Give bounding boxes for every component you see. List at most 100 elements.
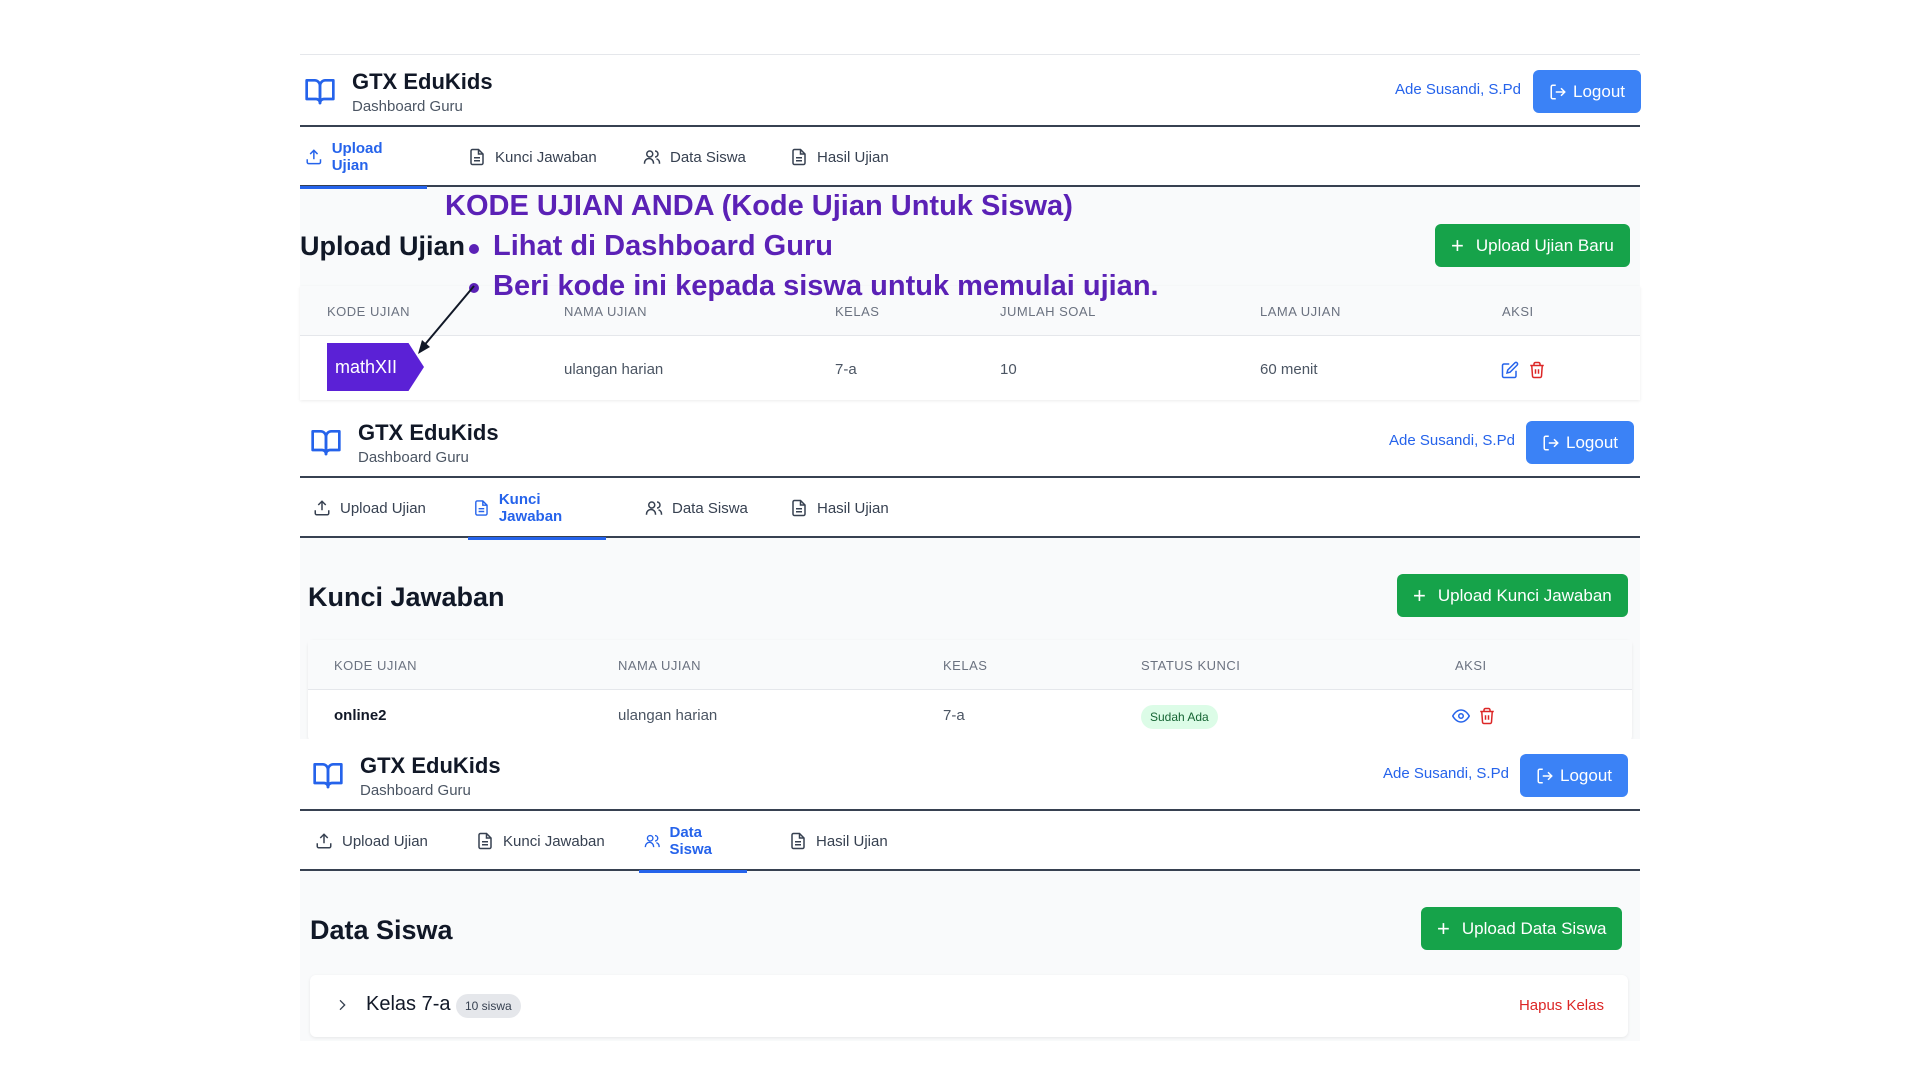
book-open-icon <box>305 79 335 105</box>
user-name[interactable]: Ade Susandi, S.Pd <box>1395 81 1521 98</box>
page-title: Upload Ujian <box>300 231 466 261</box>
file-text-icon <box>791 832 805 850</box>
tab-hasil-ujian[interactable]: Hasil Ujian <box>785 478 894 538</box>
brand: GTX EduKids Dashboard Guru <box>302 69 493 117</box>
file-text-icon <box>792 499 806 517</box>
upload-panel: GTX EduKids Dashboard Guru Ade Susandi, … <box>300 54 1641 400</box>
book-open-icon <box>311 430 341 456</box>
exam-table: KODE UJIAN NAMA UJIAN KELAS JUMLAH SOAL … <box>300 286 1640 400</box>
logout-icon <box>1550 84 1566 99</box>
tab-data-siswa[interactable]: Data Siswa <box>640 478 753 538</box>
kelas-cell: 7-a <box>835 361 857 378</box>
upload-ujian-baru-button[interactable]: + Upload Ujian Baru <box>1435 224 1630 267</box>
app-subtitle: Dashboard Guru <box>352 98 463 115</box>
kunci-panel: GTX EduKids Dashboard Guru Ade Susandi, … <box>300 406 1640 746</box>
plus-icon: + <box>1437 915 1450 941</box>
col-nama-ujian: NAMA UJIAN <box>618 658 702 673</box>
plus-icon: + <box>1413 582 1426 608</box>
tab-upload-ujian[interactable]: Upload Ujian <box>300 127 427 189</box>
file-text-icon <box>792 148 806 166</box>
book-open-icon <box>313 763 343 789</box>
app-header: GTX EduKids Dashboard Guru Ade Susandi, … <box>300 739 1640 811</box>
app-header: GTX EduKids Dashboard Guru Ade Susandi, … <box>300 406 1640 478</box>
plus-icon: + <box>1451 232 1464 258</box>
upload-kunci-jawaban-button[interactable]: + Upload Kunci Jawaban <box>1397 574 1628 617</box>
tab-data-siswa[interactable]: Data Siswa <box>639 811 747 873</box>
logout-label: Logout <box>1566 432 1618 452</box>
table-header: KODE UJIAN NAMA UJIAN KELAS STATUS KUNCI… <box>308 640 1632 690</box>
col-kode-ujian: KODE UJIAN <box>334 658 418 673</box>
lama-ujian-cell: 60 menit <box>1260 361 1318 378</box>
tab-hasil-ujian[interactable]: Hasil Ujian <box>784 811 893 871</box>
col-aksi: AKSI <box>1455 658 1487 673</box>
annotation-bullet-1: Lihat di Dashboard Guru <box>493 230 833 262</box>
app-subtitle: Dashboard Guru <box>358 449 469 466</box>
tab-bar: Upload Ujian Kunci Jawaban Data Siswa Ha… <box>300 478 1640 540</box>
eye-icon[interactable] <box>1452 707 1470 725</box>
nama-ujian-cell: ulangan harian <box>564 361 664 378</box>
student-count-badge: 10 siswa <box>456 994 521 1018</box>
edit-icon[interactable] <box>1501 361 1519 379</box>
upload-icon <box>316 833 332 849</box>
user-name[interactable]: Ade Susandi, S.Pd <box>1383 765 1509 782</box>
tab-upload-ujian[interactable]: Upload Ujian <box>308 478 431 538</box>
col-lama-ujian: LAMA UJIAN <box>1260 304 1341 319</box>
logout-button[interactable]: Logout <box>1520 754 1628 797</box>
upload-data-siswa-button[interactable]: + Upload Data Siswa <box>1421 907 1623 950</box>
file-text-icon <box>475 500 488 516</box>
app-title: GTX EduKids <box>360 753 501 778</box>
annotation-heading: KODE UJIAN ANDA (Kode Ujian Untuk Siswa) <box>445 190 1073 222</box>
logout-icon <box>1543 435 1559 450</box>
kelas-cell: 7-a <box>943 707 965 724</box>
tab-kunci-jawaban[interactable]: Kunci Jawaban <box>471 811 610 871</box>
tab-data-siswa[interactable]: Data Siswa <box>638 127 751 187</box>
status-badge: Sudah Ada <box>1141 705 1218 729</box>
answer-key-table: KODE UJIAN NAMA UJIAN KELAS STATUS KUNCI… <box>308 640 1632 742</box>
kode-ujian-cell: online2 <box>334 707 387 724</box>
trash-icon[interactable] <box>1528 361 1546 379</box>
col-kode-ujian: KODE UJIAN <box>327 304 411 319</box>
upload-icon <box>306 149 322 165</box>
class-accordion-row[interactable]: Kelas 7-a 10 siswa Hapus Kelas <box>310 975 1628 1037</box>
tab-bar: Upload Ujian Kunci Jawaban Data Siswa Ha… <box>300 811 1640 873</box>
app-subtitle: Dashboard Guru <box>360 782 471 799</box>
annotation-bullet-2: Beri kode ini kepada siswa untuk memulai… <box>493 270 1159 302</box>
trash-icon[interactable] <box>1478 707 1496 725</box>
upload-icon <box>314 500 330 516</box>
annotation-arrow <box>418 285 475 354</box>
col-status-kunci: STATUS KUNCI <box>1141 658 1241 673</box>
app-title: GTX EduKids <box>358 420 499 445</box>
logout-label: Logout <box>1573 81 1625 101</box>
tab-kunci-jawaban[interactable]: Kunci Jawaban <box>463 127 602 187</box>
users-icon <box>643 150 661 164</box>
logout-button[interactable]: Logout <box>1526 421 1634 464</box>
col-nama-ujian: NAMA UJIAN <box>564 304 648 319</box>
hapus-kelas-button[interactable]: Hapus Kelas <box>1519 997 1604 1014</box>
col-kelas: KELAS <box>835 304 880 319</box>
jumlah-soal-cell: 10 <box>1000 361 1017 378</box>
tab-bar: Upload Ujian Kunci Jawaban Data Siswa Ha… <box>300 127 1640 189</box>
page-title: Kunci Jawaban <box>308 582 505 612</box>
logout-label: Logout <box>1560 765 1612 785</box>
users-icon <box>644 834 660 848</box>
tab-upload-ujian[interactable]: Upload Ujian <box>310 811 433 871</box>
file-text-icon <box>470 148 484 166</box>
app-header: GTX EduKids Dashboard Guru Ade Susandi, … <box>300 55 1641 127</box>
chevron-right-icon[interactable] <box>334 997 350 1013</box>
user-name[interactable]: Ade Susandi, S.Pd <box>1389 432 1515 449</box>
tab-hasil-ujian[interactable]: Hasil Ujian <box>785 127 894 187</box>
col-aksi: AKSI <box>1502 304 1534 319</box>
users-icon <box>645 501 663 515</box>
class-name: Kelas 7-a <box>366 993 451 1015</box>
app-title: GTX EduKids <box>352 69 493 94</box>
logout-icon <box>1537 768 1553 783</box>
file-text-icon <box>478 832 492 850</box>
logout-button[interactable]: Logout <box>1533 70 1641 113</box>
brand: GTX EduKids Dashboard Guru <box>310 753 501 801</box>
brand: GTX EduKids Dashboard Guru <box>308 420 499 468</box>
tab-kunci-jawaban[interactable]: Kunci Jawaban <box>468 478 606 540</box>
page-title: Data Siswa <box>310 915 453 945</box>
col-jumlah-soal: JUMLAH SOAL <box>1000 304 1096 319</box>
nama-ujian-cell: ulangan harian <box>618 707 718 724</box>
col-kelas: KELAS <box>943 658 988 673</box>
